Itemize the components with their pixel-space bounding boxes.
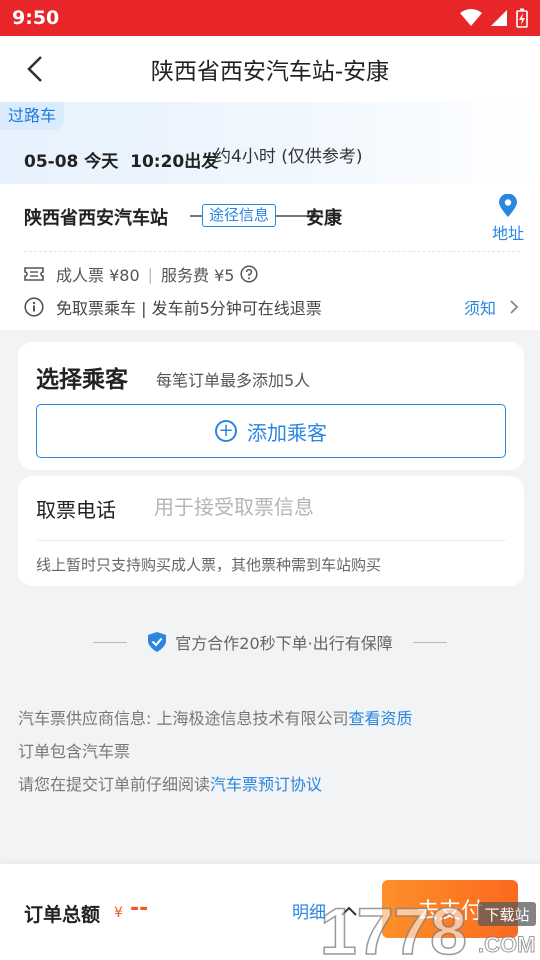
agreement-line: 请您在提交订单前仔细阅读汽车票预订协议 bbox=[18, 768, 413, 801]
departure-datetime: 05-08 今天 10:20出发 bbox=[24, 152, 219, 172]
price-detail-button[interactable]: 明细 bbox=[292, 898, 358, 923]
phone-card: 取票电话 线上暂时只支持购买成人票，其他票种需到车站购买 bbox=[18, 476, 524, 586]
supplier-text: 汽车票供应商信息: 上海极途信息技术有限公司 bbox=[18, 709, 349, 728]
wifi-icon bbox=[460, 9, 482, 26]
passenger-card: 选择乘客 每笔订单最多添加5人 + 添加乘客 bbox=[18, 342, 524, 470]
order-includes-text: 订单包含汽车票 bbox=[18, 742, 131, 761]
notice-link[interactable]: 须知 bbox=[464, 295, 520, 319]
divider bbox=[24, 251, 520, 252]
notice-row: 免取票乘车 | 发车前5分钟可在线退票 须知 bbox=[24, 294, 520, 320]
adult-price: 成人票 ¥80 bbox=[56, 266, 140, 285]
status-icons bbox=[460, 8, 528, 28]
nav-bar: 陕西省西安汽车站-安康 bbox=[0, 36, 540, 102]
address-button[interactable]: 地址 bbox=[488, 194, 528, 244]
chevron-right-icon bbox=[510, 300, 519, 314]
status-time: 9:50 bbox=[12, 7, 60, 29]
trip-header: 过路车 05-08 今天 10:20出发 约4小时 (仅供参考) bbox=[0, 102, 540, 184]
phone-label: 取票电话 bbox=[36, 498, 116, 522]
view-qualification-link[interactable]: 查看资质 bbox=[348, 709, 412, 728]
total-amount: -- bbox=[130, 896, 149, 921]
route-row: 陕西省西安汽车站 途径信息 安康 地址 bbox=[24, 194, 524, 252]
battery-charging-icon bbox=[516, 8, 528, 28]
divider bbox=[93, 641, 128, 643]
pay-label: 去支付 bbox=[416, 899, 483, 924]
add-passenger-button[interactable]: + 添加乘客 bbox=[36, 404, 506, 458]
agreement-text: 请您在提交订单前仔细阅读 bbox=[18, 775, 211, 794]
service-fee: 服务费 ¥5 bbox=[161, 266, 235, 285]
location-pin-icon bbox=[499, 194, 517, 217]
supplier-info: 汽车票供应商信息: 上海极途信息技术有限公司查看资质 订单包含汽车票 请您在提交… bbox=[18, 702, 413, 801]
divider bbox=[412, 641, 447, 643]
supplier-line: 汽车票供应商信息: 上海极途信息技术有限公司查看资质 bbox=[18, 702, 413, 735]
notice-text: 免取票乘车 | 发车前5分钟可在线退票 bbox=[56, 299, 322, 318]
route-info-button[interactable]: 途径信息 bbox=[202, 204, 277, 227]
cell-signal-icon bbox=[491, 10, 507, 26]
separator: | bbox=[147, 264, 154, 284]
price-row: 成人票 ¥80 | 服务费 ¥5 bbox=[24, 262, 259, 286]
currency-symbol: ¥ bbox=[114, 905, 123, 921]
total-label: 订单总额 bbox=[24, 904, 101, 926]
plus-circle-icon: + bbox=[215, 420, 237, 442]
chevron-left-icon bbox=[27, 56, 42, 82]
shield-check-icon bbox=[148, 632, 167, 652]
guarantee-text: 官方合作20秒下单·出行有保障 bbox=[175, 634, 393, 653]
add-passenger-label: 添加乘客 bbox=[247, 420, 327, 445]
checkout-footer: 订单总额 ¥ -- 明细 去支付 bbox=[0, 864, 540, 960]
trip-duration: 约4小时 (仅供参考) bbox=[214, 147, 363, 167]
page-title: 陕西省西安汽车站-安康 bbox=[150, 59, 390, 85]
passenger-limit-text: 每笔订单最多添加5人 bbox=[156, 371, 311, 390]
guarantee-banner: 官方合作20秒下单·出行有保障 bbox=[0, 630, 540, 654]
address-label: 地址 bbox=[491, 224, 524, 243]
booking-agreement-link[interactable]: 汽车票预订协议 bbox=[210, 775, 322, 794]
help-icon[interactable] bbox=[240, 265, 259, 283]
back-button[interactable] bbox=[20, 54, 50, 84]
pass-through-tag: 过路车 bbox=[0, 102, 65, 130]
notice-link-label: 须知 bbox=[463, 299, 496, 318]
status-bar: 9:50 bbox=[0, 0, 540, 36]
departure-station: 陕西省西安汽车站 bbox=[24, 208, 168, 229]
phone-input[interactable] bbox=[154, 490, 504, 524]
passenger-title: 选择乘客 bbox=[36, 367, 128, 393]
chevron-up-icon bbox=[341, 906, 357, 916]
info-icon bbox=[24, 297, 44, 317]
ticket-icon bbox=[24, 267, 44, 281]
divider bbox=[36, 540, 506, 541]
arrival-station: 安康 bbox=[306, 208, 342, 229]
detail-label: 明细 bbox=[292, 903, 326, 923]
ticket-type-note: 线上暂时只支持购买成人票，其他票种需到车站购买 bbox=[36, 556, 382, 574]
pay-button[interactable]: 去支付 bbox=[382, 880, 518, 938]
trip-card: 过路车 05-08 今天 10:20出发 约4小时 (仅供参考) 陕西省西安汽车… bbox=[0, 102, 540, 330]
